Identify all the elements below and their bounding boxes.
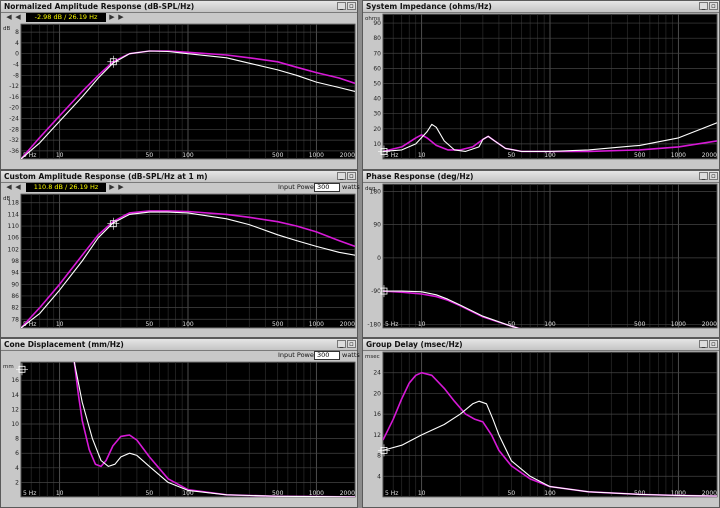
y-tick-label: 2 xyxy=(15,479,19,486)
y-tick-label: 80 xyxy=(373,35,381,42)
x-tick-label: 5 Hz xyxy=(385,321,398,328)
x-tick-label: 1000 xyxy=(309,321,324,328)
y-unit-label: dB xyxy=(3,196,10,202)
x-tick-label: 2000 xyxy=(340,152,355,159)
y-tick-label: 20 xyxy=(373,126,381,133)
y-tick-label: -4 xyxy=(13,62,19,69)
y-tick-label: -32 xyxy=(9,137,19,144)
x-tick-label: 100 xyxy=(544,152,556,159)
y-tick-label: 82 xyxy=(11,305,19,312)
y-tick-label: 4 xyxy=(15,465,19,472)
y-tick-label: 106 xyxy=(8,235,20,242)
x-tick-label: 500 xyxy=(634,152,646,159)
x-tick-label: 100 xyxy=(544,490,556,497)
x-tick-label: 5 Hz xyxy=(385,490,398,497)
x-tick-label: 10 xyxy=(56,490,64,497)
x-tick-label: 5 Hz xyxy=(23,490,36,497)
x-tick-label: 10 xyxy=(418,490,426,497)
group-delay-chart[interactable]: 2420161284msec5 Hz 10 50 100 500 1000 2000 xyxy=(363,339,719,507)
y-tick-label: -20 xyxy=(9,105,19,112)
x-tick-label: 500 xyxy=(272,321,284,328)
phase-chart[interactable]: 180900-90-180deg5 Hz 10 50 100 500 1000 2000 xyxy=(363,171,719,337)
y-tick-label: 4 xyxy=(377,473,381,480)
y-tick-label: 12 xyxy=(11,406,19,413)
x-tick-label: 50 xyxy=(146,321,154,328)
y-tick-label: 6 xyxy=(15,450,19,457)
y-tick-label: 86 xyxy=(11,293,19,300)
y-tick-label: -16 xyxy=(9,94,19,101)
y-tick-label: 8 xyxy=(15,29,19,36)
y-tick-label: 90 xyxy=(373,222,381,229)
y-tick-label: 0 xyxy=(377,255,381,262)
y-tick-label: -90 xyxy=(371,288,381,295)
y-tick-label: 50 xyxy=(373,80,381,87)
x-tick-label: 1000 xyxy=(309,152,324,159)
impedance-chart[interactable]: 908070605040302010ohms5 Hz 10 50 100 500 1000… xyxy=(363,1,719,169)
y-tick-label: 10 xyxy=(11,421,19,428)
panel-normalized-amplitude: Normalized Amplitude Response (dB-SPL/Hz… xyxy=(0,0,358,170)
y-tick-label: -24 xyxy=(9,116,19,123)
x-tick-label: 2000 xyxy=(340,490,355,497)
y-tick-label: 78 xyxy=(11,316,19,323)
x-tick-label: 10 xyxy=(56,152,64,159)
x-tick-label: 10 xyxy=(418,321,426,328)
panel-system-impedance: System Impedance (ohms/Hz) _ ▫ 90 80 70 60 5… xyxy=(362,0,720,170)
x-tick-label: 50 xyxy=(508,152,516,159)
x-tick-label: 100 xyxy=(182,321,194,328)
y-tick-label: 110 xyxy=(8,223,20,230)
x-tick-label: 2000 xyxy=(340,321,355,328)
y-tick-label: 8 xyxy=(15,436,19,443)
y-tick-label: 40 xyxy=(373,96,381,103)
y-tick-label: 70 xyxy=(373,50,381,57)
y-unit-label: mm xyxy=(3,364,14,370)
panel-custom-amplitude: Custom Amplitude Response (dB-SPL/Hz at … xyxy=(0,170,360,338)
y-tick-label: 16 xyxy=(373,411,381,418)
y-unit-label: ohms xyxy=(365,16,380,22)
y-tick-label: -12 xyxy=(9,83,19,90)
x-tick-label: 1000 xyxy=(671,152,686,159)
x-tick-label: 500 xyxy=(272,152,284,159)
y-tick-label: 90 xyxy=(11,281,19,288)
y-tick-label: 114 xyxy=(8,211,20,218)
y-tick-label: 24 xyxy=(373,370,381,377)
y-tick-label: 16 xyxy=(11,377,19,384)
y-tick-label: -28 xyxy=(9,126,19,133)
y-tick-label: 94 xyxy=(11,270,19,277)
custom-amplitude-chart[interactable]: 118114110106102989490868278dB5 Hz 10 50 100… xyxy=(1,171,357,337)
y-tick-label: 14 xyxy=(11,392,19,399)
cone-displacement-chart[interactable]: 161412108642mm5 Hz 10 50 100 500 1000 2000 xyxy=(1,339,357,507)
y-tick-label: 10 xyxy=(373,141,381,148)
x-tick-label: 1000 xyxy=(671,321,686,328)
x-tick-label: 10 xyxy=(418,152,426,159)
x-tick-label: 2000 xyxy=(702,321,717,328)
y-tick-label: 20 xyxy=(373,390,381,397)
x-tick-label: 50 xyxy=(146,490,154,497)
panel-group-delay: Group Delay (msec/Hz) _ ▫ 24 20 16 12 8 4 msec… xyxy=(362,338,720,508)
x-tick-label: 10 xyxy=(56,321,64,328)
y-unit-label: msec xyxy=(365,354,380,360)
y-tick-label: -8 xyxy=(13,72,19,79)
y-tick-label: -180 xyxy=(367,321,381,328)
panel-phase-response: Phase Response (deg/Hz) _ ▫ 180 90 0 -90 -18… xyxy=(362,170,720,338)
amplitude-chart[interactable]: 840-4-8-12-16-20-24-28-32-36dB5 Hz 10 50 10… xyxy=(1,1,357,169)
panel-cone-displacement: Cone Displacement (mm/Hz) _ ▫ Input Powe… xyxy=(0,338,360,508)
x-tick-label: 50 xyxy=(508,490,516,497)
x-tick-label: 100 xyxy=(544,321,556,328)
y-tick-label: 98 xyxy=(11,258,19,265)
y-unit-label: deg xyxy=(365,186,375,192)
y-tick-label: -36 xyxy=(9,148,19,155)
y-tick-label: 12 xyxy=(373,432,381,439)
x-tick-label: 100 xyxy=(182,152,194,159)
y-unit-label: dB xyxy=(3,26,10,32)
y-tick-label: 4 xyxy=(15,40,19,47)
y-tick-label: 8 xyxy=(377,453,381,460)
x-tick-label: 2000 xyxy=(702,152,717,159)
y-tick-label: 102 xyxy=(8,246,20,253)
y-tick-label: 60 xyxy=(373,65,381,72)
y-tick-label: 30 xyxy=(373,111,381,118)
x-tick-label: 50 xyxy=(146,152,154,159)
x-tick-label: 500 xyxy=(634,321,646,328)
y-tick-label: 0 xyxy=(15,51,19,58)
